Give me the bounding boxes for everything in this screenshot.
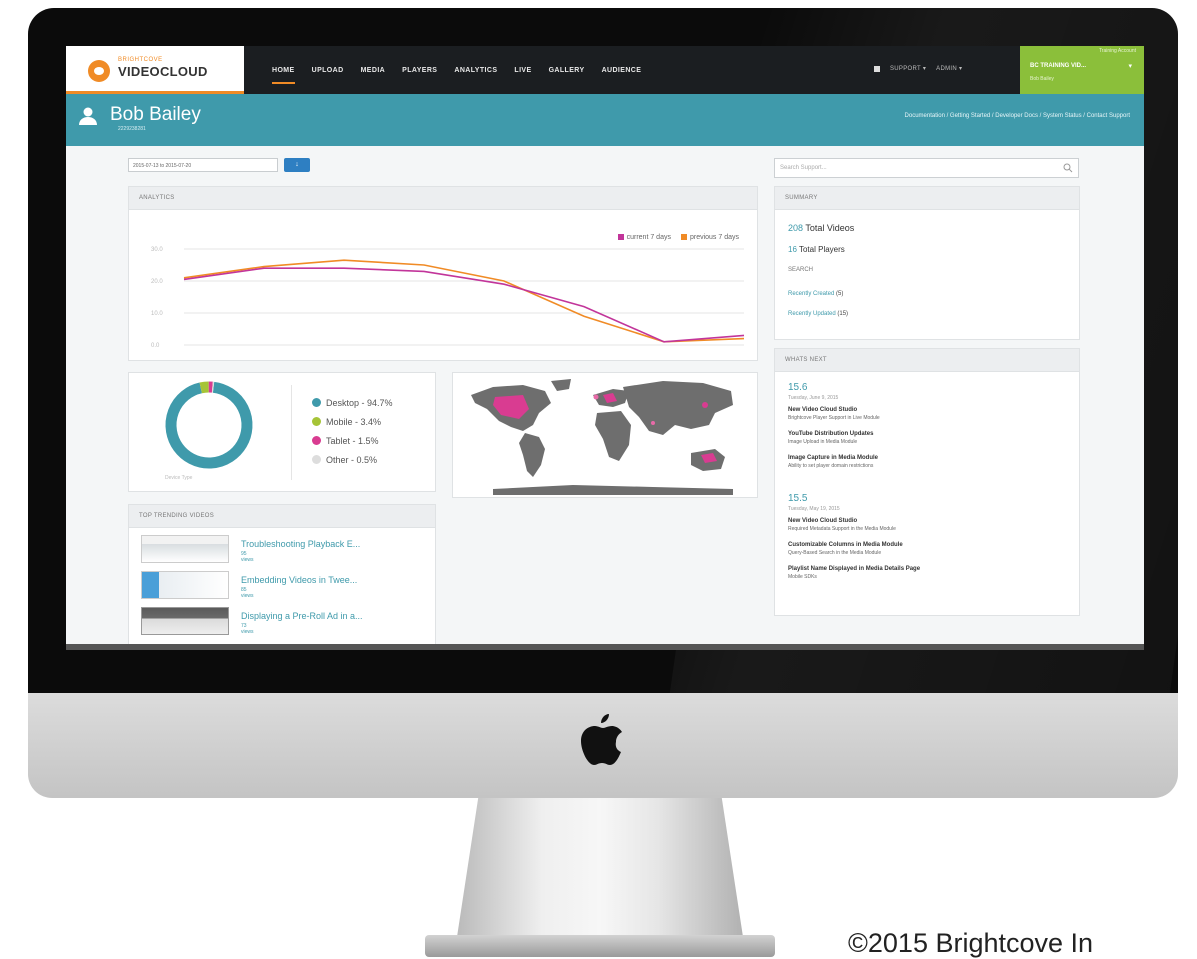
- logo[interactable]: BRIGHTCOVE VIDEOCLOUD: [66, 46, 244, 94]
- y-tick-label: 0.0: [151, 343, 160, 349]
- account-type: Training Account: [1099, 48, 1136, 54]
- search-input[interactable]: Search Support...: [774, 158, 1079, 178]
- whats-next-panel: WHATS NEXT 15.6 Tuesday, June 9, 2015 Ne…: [774, 348, 1080, 616]
- nav-players[interactable]: PLAYERS: [402, 63, 437, 78]
- divider: [291, 385, 292, 480]
- video-thumbnail[interactable]: [141, 535, 229, 563]
- analytics-line-chart: 30.0 20.0 10.0 0.0: [129, 209, 757, 361]
- video-title[interactable]: Displaying a Pre-Roll Ad in a...: [241, 611, 363, 621]
- release-entry-title: YouTube Distribution Updates: [788, 431, 873, 437]
- search-icon[interactable]: [1063, 163, 1073, 173]
- device-legend-tablet: Tablet - 1.5%: [312, 431, 393, 450]
- device-legend: Desktop - 94.7% Mobile - 3.4% Tablet - 1…: [312, 393, 393, 469]
- y-tick-label: 30.0: [151, 247, 163, 253]
- page-title: Bob Bailey: [110, 104, 201, 126]
- release-entry-sub: Ability to set player domain restriction…: [788, 463, 873, 469]
- device-legend-other: Other - 0.5%: [312, 450, 393, 469]
- video-thumbnail[interactable]: [141, 571, 229, 599]
- support-menu[interactable]: SUPPORT ▾: [890, 65, 926, 72]
- release-entry-title: Image Capture in Media Module: [788, 455, 878, 461]
- top-navbar: BRIGHTCOVE VIDEOCLOUD HOME UPLOAD MEDIA …: [66, 46, 1144, 94]
- account-switcher[interactable]: Training Account BC TRAINING VID... ▾ Bo…: [1020, 46, 1144, 94]
- release-entry-title: New Video Cloud Studio: [788, 407, 857, 413]
- account-user: Bob Bailey: [1030, 76, 1054, 82]
- summary-title: SUMMARY: [775, 187, 1079, 210]
- release-entry-title: Playlist Name Displayed in Media Details…: [788, 566, 920, 572]
- analytics-panel: ANALYTICS current 7 days previous 7 days…: [128, 186, 758, 361]
- copyright-text: ©2015 Brightcove In: [848, 928, 1093, 959]
- release-date: Tuesday, June 9, 2015: [788, 395, 838, 401]
- video-thumbnail[interactable]: [141, 607, 229, 635]
- account-name: BC TRAINING VID...: [1030, 63, 1086, 69]
- apple-logo-icon: [578, 710, 624, 770]
- donut-slice-1: [201, 387, 209, 388]
- release-entry-sub: Brightcove Player Support in Live Module: [788, 415, 880, 421]
- release-entry-sub: Required Metadata Support in the Media M…: [788, 526, 896, 532]
- total-videos[interactable]: 208 Total Videos: [788, 223, 854, 233]
- release-entry-sub: Image Upload in Media Module: [788, 439, 857, 445]
- video-views: 85 views: [241, 587, 254, 599]
- date-range-input[interactable]: 2015-07-13 to 2015-07-20: [128, 158, 278, 172]
- user-id: 2229238281: [118, 126, 146, 132]
- logo-text: VIDEOCLOUD: [118, 64, 208, 79]
- nav-home[interactable]: HOME: [272, 63, 295, 78]
- nav-right: SUPPORT ▾ ADMIN ▾: [874, 65, 962, 72]
- recently-created-link[interactable]: Recently Created (5): [788, 291, 843, 297]
- device-caption: Device Type: [165, 475, 192, 481]
- release-entry-sub: Mobile SDKs: [788, 574, 817, 580]
- video-views: 95 views: [241, 551, 254, 563]
- y-tick-label: 20.0: [151, 279, 163, 285]
- trending-videos-panel: TOP TRENDING VIDEOS Troubleshooting Play…: [128, 504, 436, 650]
- release-version[interactable]: 15.6: [788, 382, 807, 393]
- world-map[interactable]: [453, 373, 757, 497]
- device-type-panel: Desktop - 94.7% Mobile - 3.4% Tablet - 1…: [128, 372, 436, 492]
- donut-slice-0: [171, 387, 247, 463]
- total-players[interactable]: 16 Total Players: [788, 245, 845, 254]
- monitor-foot: [425, 935, 775, 957]
- admin-menu[interactable]: ADMIN ▾: [936, 65, 962, 72]
- device-legend-mobile: Mobile - 3.4%: [312, 412, 393, 431]
- device-donut-chart: [129, 373, 289, 483]
- series-previous-line: [184, 260, 744, 342]
- videocloud-logo-icon: [88, 60, 110, 82]
- date-range-button[interactable]: ↓: [284, 158, 310, 172]
- summary-search-label: SEARCH: [788, 267, 813, 273]
- main-nav: HOME UPLOAD MEDIA PLAYERS ANALYTICS LIVE…: [272, 46, 641, 94]
- video-title[interactable]: Troubleshooting Playback E...: [241, 539, 360, 549]
- video-title[interactable]: Embedding Videos in Twee...: [241, 575, 357, 585]
- series-current-line: [184, 268, 744, 342]
- nav-audience[interactable]: AUDIENCE: [602, 63, 642, 78]
- release-date: Tuesday, May 19, 2015: [788, 506, 840, 512]
- nav-media[interactable]: MEDIA: [361, 63, 386, 78]
- logo-subtitle: BRIGHTCOVE: [118, 57, 163, 63]
- release-entry-title: Customizable Columns in Media Module: [788, 542, 903, 548]
- trending-title: TOP TRENDING VIDEOS: [129, 505, 435, 528]
- screen: BRIGHTCOVE VIDEOCLOUD HOME UPLOAD MEDIA …: [66, 46, 1144, 650]
- release-version[interactable]: 15.5: [788, 493, 807, 504]
- help-links[interactable]: Documentation / Getting Started / Develo…: [905, 113, 1130, 119]
- monitor-stand: [455, 798, 745, 950]
- screen-bottom-edge: [66, 644, 1144, 650]
- whats-next-title: WHATS NEXT: [775, 349, 1079, 372]
- world-map-panel: [452, 372, 758, 498]
- y-tick-label: 10.0: [151, 311, 163, 317]
- recently-updated-link[interactable]: Recently Updated (15): [788, 311, 848, 317]
- video-views: 73 views: [241, 623, 254, 635]
- notification-icon[interactable]: [874, 66, 880, 72]
- summary-panel: SUMMARY 208 Total Videos 16 Total Player…: [774, 186, 1080, 340]
- release-entry-title: New Video Cloud Studio: [788, 518, 857, 524]
- device-legend-desktop: Desktop - 94.7%: [312, 393, 393, 412]
- release-entry-sub: Query-Based Search in the Media Module: [788, 550, 881, 556]
- analytics-title: ANALYTICS: [129, 187, 757, 210]
- chevron-down-icon: ▾: [1128, 62, 1132, 70]
- nav-gallery[interactable]: GALLERY: [549, 63, 585, 78]
- nav-analytics[interactable]: ANALYTICS: [454, 63, 497, 78]
- nav-upload[interactable]: UPLOAD: [312, 63, 344, 78]
- nav-live[interactable]: LIVE: [514, 63, 531, 78]
- user-icon: [78, 106, 98, 126]
- user-banner: Bob Bailey 2229238281 Documentation / Ge…: [66, 94, 1144, 146]
